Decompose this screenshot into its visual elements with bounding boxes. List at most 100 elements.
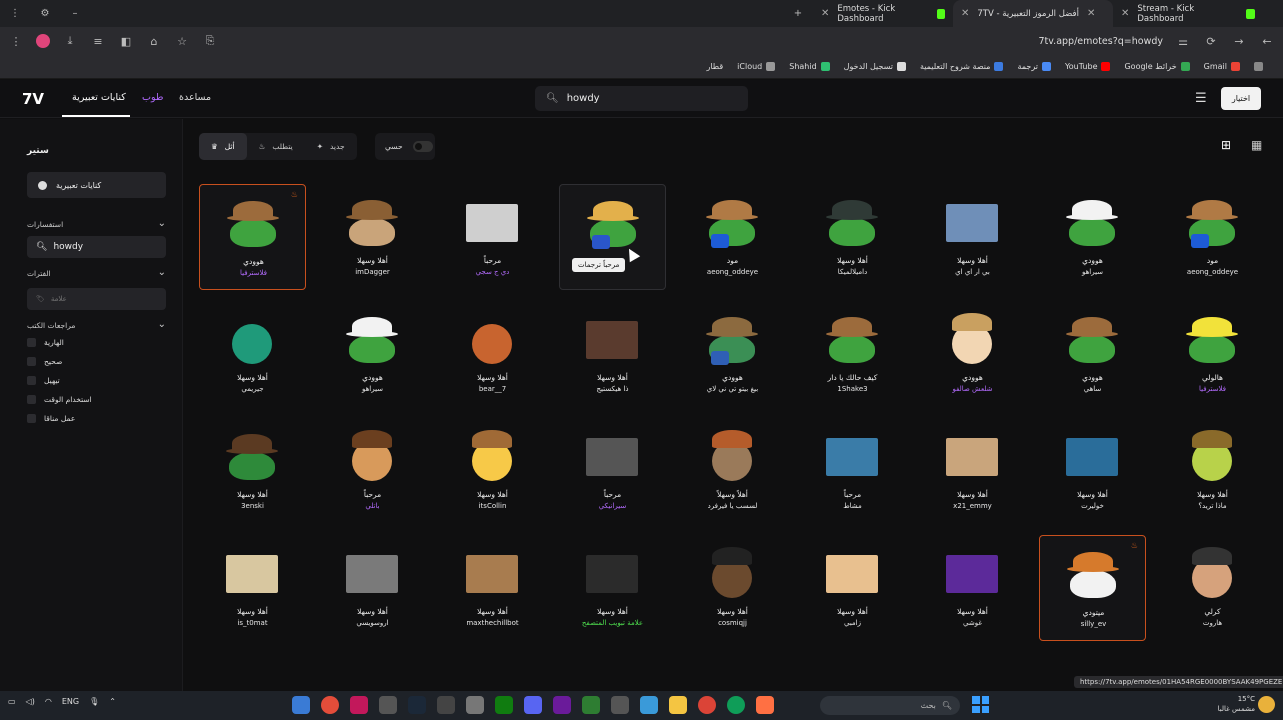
- extensions-icon[interactable]: ⚙: [30, 8, 60, 19]
- emote-card[interactable]: مود aeong_oddeye: [679, 184, 786, 290]
- sort-new-button[interactable]: ✦ جديد: [305, 133, 357, 160]
- emote-owner[interactable]: لسسب يا فيرفرد: [679, 502, 786, 510]
- emote-owner[interactable]: silly_ev: [1040, 620, 1147, 628]
- hamburger-menu-icon[interactable]: ☰: [1195, 91, 1207, 106]
- emote-card[interactable]: كرلي هاروت: [1159, 535, 1266, 641]
- taskbar-search-input[interactable]: بحث 🔍︎: [820, 696, 960, 715]
- reload-icon[interactable]: ⟳: [1203, 35, 1219, 48]
- emote-card[interactable]: مرحباً دي ج سجي: [439, 184, 546, 290]
- show-hidden-icons-icon[interactable]: ⌃: [109, 697, 116, 706]
- emote-owner[interactable]: ذا هيكستيج: [559, 385, 666, 393]
- emote-card[interactable]: مود aeong_oddeye: [1159, 184, 1266, 290]
- emote-card[interactable]: أهلا وسهلا غوشي: [919, 535, 1026, 641]
- wifi-icon[interactable]: ◠: [45, 697, 52, 706]
- bookmark-item[interactable]: تسجيل الدخول: [844, 62, 906, 71]
- forward-icon[interactable]: →: [1231, 35, 1247, 48]
- close-tab-icon[interactable]: ✕: [961, 8, 969, 19]
- grid-small-view-icon[interactable]: ▦: [1251, 138, 1262, 152]
- bookmark-folder-icon[interactable]: [1254, 62, 1263, 71]
- bookmark-item[interactable]: YouTube: [1065, 62, 1111, 71]
- emote-owner[interactable]: غوشي: [919, 619, 1026, 627]
- emote-card[interactable]: أهلا وسهلا x21_emmy: [919, 418, 1026, 524]
- chrome-icon[interactable]: [321, 696, 339, 714]
- emote-card[interactable]: أهلا وسهلا بي ار اي اي: [919, 184, 1026, 290]
- bookmark-item[interactable]: iCloud: [737, 62, 776, 71]
- edge-icon[interactable]: [727, 696, 745, 714]
- emote-card[interactable]: أهلا وسهلا زامبي: [799, 535, 906, 641]
- emote-card[interactable]: أهلا وسهلا اروسويسي: [319, 535, 426, 641]
- emote-card[interactable]: أهلا وسهلا cosmiqjj: [679, 535, 786, 641]
- emote-owner[interactable]: cosmiqjj: [679, 619, 786, 627]
- notification-icon[interactable]: ▭: [8, 697, 16, 706]
- filter-checkbox[interactable]: الهارية: [27, 338, 64, 347]
- download-icon[interactable]: ⤓: [62, 34, 78, 48]
- emote-card[interactable]: أهلا وسهلا جيريمي: [199, 301, 306, 407]
- app-icon[interactable]: [437, 696, 455, 714]
- emote-card[interactable]: كيف حالك يا دار 1Shake3: [799, 301, 906, 407]
- back-icon[interactable]: ←: [1259, 35, 1275, 48]
- app-icon[interactable]: [640, 696, 658, 714]
- folder-icon[interactable]: [669, 696, 687, 714]
- bookmark-star-icon[interactable]: ☆: [174, 35, 190, 48]
- emote-card[interactable]: أهلا وسهلا is_t0mat: [199, 535, 306, 641]
- emote-card[interactable]: أهلا وسهلا ذا هيكستيج: [559, 301, 666, 407]
- emote-owner[interactable]: سيراهو: [1039, 268, 1146, 276]
- emote-card[interactable]: أهلا وسهلا ماذا تريد؟: [1159, 418, 1266, 524]
- filters-section-header[interactable]: مراجعات الكتب ⌄: [27, 319, 166, 330]
- emote-card[interactable]: هوودي سيراهو: [319, 301, 426, 407]
- emote-owner[interactable]: aeong_oddeye: [679, 268, 786, 276]
- exact-match-toggle-group[interactable]: حسي: [375, 133, 435, 160]
- emote-owner[interactable]: 1Shake3: [799, 385, 906, 393]
- emote-owner[interactable]: is_t0mat: [199, 619, 306, 627]
- url-text[interactable]: 7tv.app/emotes?q=howdy: [1039, 36, 1163, 47]
- volume-icon[interactable]: ◁): [26, 697, 35, 706]
- minimize-icon[interactable]: –: [60, 8, 90, 19]
- bookmark-item[interactable]: ترجمة: [1017, 62, 1051, 71]
- emote-owner[interactable]: 3enski: [199, 502, 306, 510]
- emote-owner[interactable]: زامبي: [799, 619, 906, 627]
- emote-owner[interactable]: bear__7: [439, 385, 546, 393]
- nav-store[interactable]: طوب: [142, 92, 163, 103]
- emote-card[interactable]: أهلا وسهلا داميلالميكا: [799, 184, 906, 290]
- emote-card[interactable]: أهلا وسهلا 3enski: [199, 418, 306, 524]
- emote-card[interactable]: أهلا وسهلا itsCollin: [439, 418, 546, 524]
- settings-icon[interactable]: [611, 696, 629, 714]
- emote-card[interactable]: أهلاً وسهلاً لسسب يا فيرفرد: [679, 418, 786, 524]
- profile-avatar[interactable]: [36, 34, 50, 48]
- app-icon[interactable]: [756, 696, 774, 714]
- close-tab-icon[interactable]: ✕: [1121, 8, 1129, 19]
- filter-checkbox[interactable]: عمل مناقا: [27, 414, 75, 423]
- emote-owner[interactable]: خوليرت: [1039, 502, 1146, 510]
- app-icon[interactable]: [466, 696, 484, 714]
- app-icon[interactable]: [292, 696, 310, 714]
- emote-card[interactable]: هوودي سيراهو: [1039, 184, 1146, 290]
- share-icon[interactable]: ⎘: [202, 34, 218, 48]
- emote-owner[interactable]: بيغ بيتو تي ني لاي: [679, 385, 786, 393]
- bookmark-item[interactable]: Shahid: [789, 62, 830, 71]
- emote-owner[interactable]: اروسويسي: [319, 619, 426, 627]
- microphone-icon[interactable]: 🎙︎: [89, 697, 99, 706]
- emote-owner[interactable]: سيراهو: [319, 385, 426, 393]
- emote-owner[interactable]: فلاسترفيا: [200, 269, 307, 277]
- sidebar-search-input[interactable]: 🔍︎ howdy: [27, 236, 166, 258]
- close-tab-icon[interactable]: ✕: [821, 8, 829, 19]
- emote-card[interactable]: أهلا وسهلا imDagger: [319, 184, 426, 290]
- language-indicator[interactable]: ENG: [62, 697, 79, 706]
- windows-start-icon[interactable]: [972, 696, 989, 713]
- emote-owner[interactable]: itsCollin: [439, 502, 546, 510]
- extension-icon[interactable]: ◧: [118, 35, 134, 48]
- nav-emotes[interactable]: كنايات تعبيرية: [72, 92, 126, 103]
- chrome-icon[interactable]: [698, 696, 716, 714]
- emote-owner[interactable]: هاروت: [1159, 619, 1266, 627]
- site-settings-icon[interactable]: ⚌: [1175, 35, 1191, 48]
- emote-owner[interactable]: سيرانيكي: [559, 502, 666, 510]
- search-section-header[interactable]: استفسارات ⌄: [27, 218, 166, 229]
- filter-checkbox[interactable]: تيهيل: [27, 376, 60, 385]
- emote-card[interactable]: مرحباً مشاط: [799, 418, 906, 524]
- menu-icon[interactable]: ⋮: [0, 8, 30, 19]
- browser-tab-active[interactable]: ✕ 7TV - أفضل الرموز التعبيرية ✕: [953, 0, 1113, 27]
- filter-checkbox[interactable]: صحيح: [27, 357, 62, 366]
- nav-help[interactable]: مساعدة: [179, 92, 211, 103]
- emote-card[interactable]: هوودي شلعش صالفو: [919, 301, 1026, 407]
- emote-card[interactable]: مرحباً سيرانيكي: [559, 418, 666, 524]
